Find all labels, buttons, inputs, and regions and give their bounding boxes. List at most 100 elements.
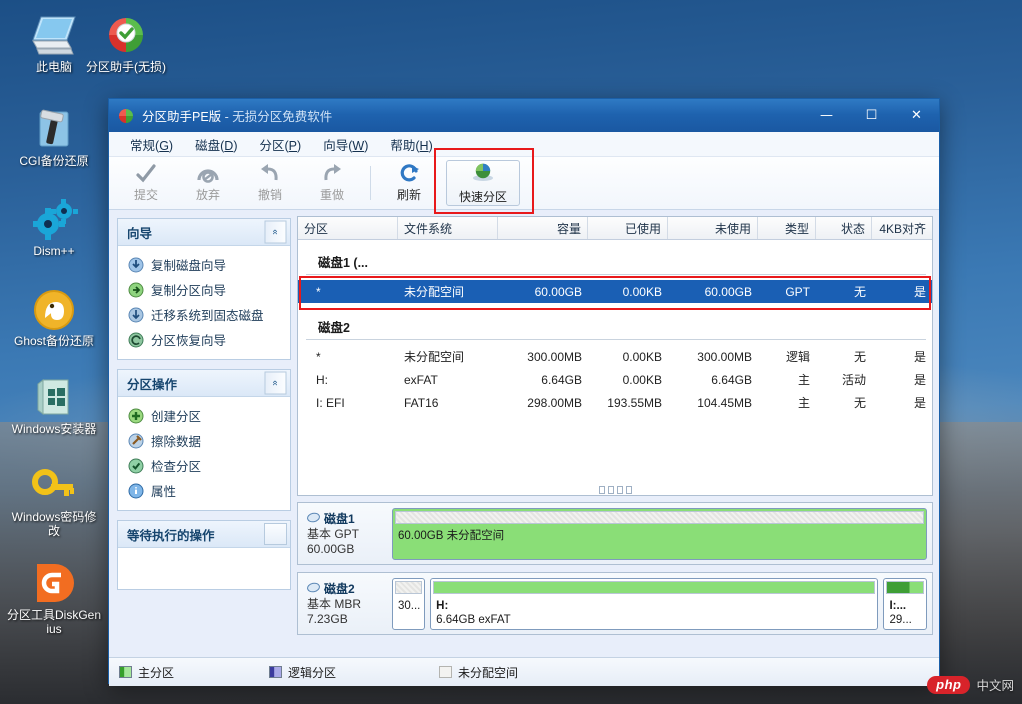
minimize-button[interactable]: —	[804, 99, 849, 132]
legend-swatch-logical	[269, 666, 282, 678]
table-header-partition[interactable]: 分区	[298, 217, 398, 239]
watermark: php 中文网	[927, 675, 1014, 694]
cell-align4kb: 是	[913, 285, 926, 299]
disk-map-2[interactable]: 磁盘2 基本 MBR 7.23GB 30... H: 6.64GB exFAT …	[297, 572, 933, 635]
pending-panel-collapse-button[interactable]	[264, 523, 287, 545]
menu-item-general[interactable]: 常规(G)	[119, 133, 184, 156]
desktop-icon-ghost-backup[interactable]: Ghost备份还原	[0, 280, 108, 348]
disk-map-1[interactable]: 磁盘1 基本 GPT 60.00GB 60.00GB 未分配空间	[297, 502, 933, 565]
table-header-unused[interactable]: 未使用	[668, 217, 758, 239]
cell-capacity: 6.64GB	[541, 372, 582, 387]
disk-map-1-name-row: 磁盘1	[307, 510, 387, 527]
recovery-icon	[128, 332, 144, 348]
undo-arrow-icon	[259, 163, 281, 185]
table-row[interactable]: I: EFI FAT16 298.00MB 193.55MB 104.45MB …	[298, 391, 932, 414]
disk-map-2-name-row: 磁盘2	[307, 580, 387, 597]
disk-map-area: 磁盘1 基本 GPT 60.00GB 60.00GB 未分配空间 磁盘2 基本 …	[297, 502, 933, 635]
menu-accel: G	[159, 138, 169, 153]
disk1-part-unallocated[interactable]: 60.00GB 未分配空间	[392, 507, 927, 560]
chevron-up-icon[interactable]: «	[264, 220, 287, 244]
pending-panel-body	[118, 548, 290, 589]
chevron-up-icon[interactable]: «	[264, 371, 287, 395]
partition-caption: 30...	[393, 596, 424, 613]
disk2-part-i[interactable]: I:... 29...	[883, 577, 927, 630]
cell-filesystem: FAT16	[404, 395, 439, 410]
selected-row-wrapper: * 未分配空间 60.00GB 0.00KB 60.00GB GPT 无 是	[298, 276, 932, 310]
menu-item-disk[interactable]: 磁盘(D)	[184, 133, 248, 156]
cell-used: 0.00KB	[622, 349, 662, 364]
menu-item-help[interactable]: 帮助(H)	[379, 133, 443, 156]
desktop-icon-partition-assistant[interactable]: 分区助手(无损)	[72, 6, 180, 74]
toolbar-button-discard[interactable]: 放弃	[177, 160, 239, 206]
toolbar-label: 放弃	[195, 188, 220, 202]
desktop-icon-windows-installer[interactable]: Windows安装器	[0, 368, 108, 436]
window-title: 分区助手PE版 - 无损分区免费软件	[142, 106, 332, 125]
toolbar-button-submit[interactable]: 提交	[115, 160, 177, 206]
legend-primary: 主分区	[119, 664, 269, 681]
table-header-status[interactable]: 状态	[816, 217, 872, 239]
watermark-text: 中文网	[976, 679, 1014, 693]
table-header-align4kb[interactable]: 4KB对齐	[872, 217, 932, 239]
disk-map-1-size: 60.00GB	[307, 542, 355, 556]
cell-type: 主	[797, 373, 810, 387]
menu-label: 常规	[130, 138, 156, 153]
toolbar-separator	[370, 166, 371, 200]
partition-subtitle: 30...	[398, 599, 421, 612]
cell-status: 活动	[841, 373, 866, 387]
cell-partition: *	[316, 349, 321, 364]
window-title-sep: -	[221, 110, 233, 124]
table-row[interactable]: H: exFAT 6.64GB 0.00KB 6.64GB 主 活动 是	[298, 368, 932, 391]
partition-assistant-window: 分区助手PE版 - 无损分区免费软件 — ☐ ✕ 常规(G) 磁盘(D) 分区(…	[108, 98, 940, 686]
table-header-filesystem[interactable]: 文件系统	[398, 217, 498, 239]
menu-item-wizard[interactable]: 向导(W)	[312, 133, 379, 156]
refresh-icon	[398, 163, 420, 185]
desktop-icon-cgi-backup[interactable]: CGI备份还原	[0, 100, 108, 168]
splitter-handle[interactable]	[298, 485, 932, 495]
cell-type: GPT	[785, 284, 810, 299]
disk-icon	[307, 582, 320, 596]
menu-item-partition[interactable]: 分区(P)	[248, 133, 312, 156]
cell-unused: 60.00GB	[704, 284, 752, 299]
toolbar-button-undo[interactable]: 撤销	[239, 160, 301, 206]
table-row[interactable]: * 未分配空间 60.00GB 0.00KB 60.00GB GPT 无 是	[298, 280, 932, 303]
table-header-type[interactable]: 类型	[758, 217, 816, 239]
sidebar-item-migrate-os-ssd[interactable]: 迁移系统到固态磁盘	[122, 302, 286, 327]
legend-bar: 主分区 逻辑分区 未分配空间	[109, 657, 939, 686]
ghost-icon	[0, 280, 108, 332]
sidebar-item-check-partition[interactable]: 检查分区	[122, 453, 286, 478]
main-area: 分区 文件系统 容量 已使用 未使用 类型 状态 4KB对齐 磁盘1 (... …	[297, 210, 939, 657]
disk2-part-h[interactable]: H: 6.64GB exFAT	[430, 577, 879, 630]
toolbar-label: 刷新	[396, 188, 421, 202]
watermark-brand: php	[927, 675, 971, 694]
desktop-icon-label: CGI备份还原	[19, 154, 89, 168]
partition-table: 分区 文件系统 容量 已使用 未使用 类型 状态 4KB对齐 磁盘1 (... …	[297, 216, 933, 496]
legend-swatch-primary	[119, 666, 132, 678]
legend-logical: 逻辑分区	[269, 664, 439, 681]
quick-partition-button[interactable]: 快速分区	[446, 160, 520, 206]
title-bar[interactable]: 分区助手PE版 - 无损分区免费软件 — ☐ ✕	[109, 99, 939, 132]
table-row[interactable]: * 未分配空间 300.00MB 0.00KB 300.00MB 逻辑 无 是	[298, 345, 932, 368]
desktop-icon-label: Windows安装器	[11, 422, 97, 436]
disk2-part-unallocated[interactable]: 30...	[392, 577, 426, 630]
close-button[interactable]: ✕	[894, 99, 939, 132]
table-header-capacity[interactable]: 容量	[498, 217, 588, 239]
desktop-icon-diskgenius[interactable]: 分区工具DiskGenius	[0, 554, 108, 636]
toolbar-button-refresh[interactable]: 刷新	[378, 160, 440, 206]
sidebar-item-create-partition[interactable]: 创建分区	[122, 403, 286, 428]
toolbar-button-redo[interactable]: 重做	[301, 160, 363, 206]
toolbar-label: 重做	[319, 188, 344, 202]
sidebar-item-wipe-data[interactable]: 擦除数据	[122, 428, 286, 453]
table-header-used[interactable]: 已使用	[588, 217, 668, 239]
sidebar-item-copy-disk-wizard[interactable]: 复制磁盘向导	[122, 252, 286, 277]
cell-filesystem: 未分配空间	[404, 285, 465, 299]
sidebar-item-partition-recovery-wizard[interactable]: 分区恢复向导	[122, 327, 286, 352]
maximize-button[interactable]: ☐	[849, 99, 894, 132]
sidebar-item-properties[interactable]: 属性	[122, 478, 286, 503]
desktop-icon-windows-password[interactable]: Windows密码修改	[0, 456, 108, 538]
desktop-icon-dism-plus[interactable]: Dism++	[0, 190, 108, 258]
disk-group-label-1: 磁盘1 (...	[306, 240, 926, 275]
cell-type: 逻辑	[785, 350, 810, 364]
sidebar-item-copy-partition-wizard[interactable]: 复制分区向导	[122, 277, 286, 302]
cell-status: 无	[853, 350, 866, 364]
partition-usage-bar	[433, 580, 876, 594]
